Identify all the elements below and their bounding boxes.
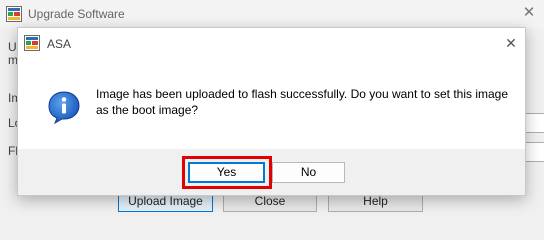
background-close-icon[interactable]: ✕ bbox=[518, 2, 540, 24]
app-icon bbox=[6, 6, 22, 22]
flash-file-field[interactable] bbox=[523, 142, 544, 162]
dialog-footer: Yes No bbox=[18, 149, 525, 195]
confirm-dialog: ASA ✕ Image has been uploaded to flash s… bbox=[17, 27, 526, 196]
no-button[interactable]: No bbox=[272, 162, 345, 183]
dialog-close-icon[interactable]: ✕ bbox=[500, 32, 522, 54]
dialog-message: Image has been uploaded to flash success… bbox=[96, 87, 509, 117]
information-icon bbox=[48, 91, 80, 124]
dialog-title: ASA bbox=[47, 37, 72, 51]
yes-button[interactable]: Yes bbox=[188, 162, 265, 183]
app-icon bbox=[24, 35, 40, 51]
background-window-titlebar: Upgrade Software ✕ bbox=[0, 0, 544, 28]
local-file-field[interactable] bbox=[523, 113, 544, 133]
background-window-title: Upgrade Software bbox=[28, 7, 125, 21]
dialog-titlebar: ASA ✕ bbox=[18, 28, 525, 58]
